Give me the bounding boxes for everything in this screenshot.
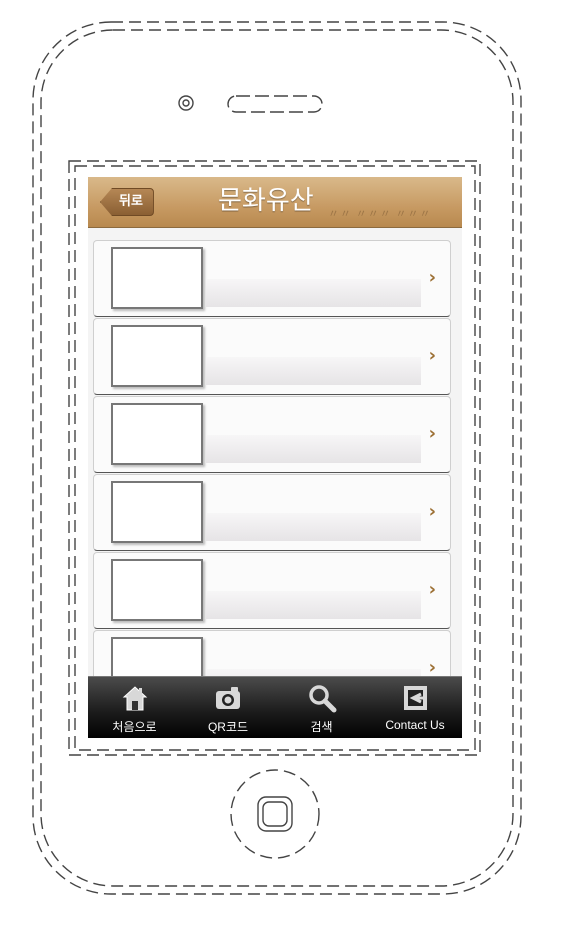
- item-thumbnail: [111, 559, 203, 621]
- item-thumbnail: [111, 325, 203, 387]
- chevron-right-icon: ›: [428, 423, 436, 444]
- item-text-placeholder: [206, 279, 421, 307]
- tab-camera[interactable]: QR코드: [182, 677, 275, 738]
- item-text-placeholder: [206, 591, 421, 619]
- item-text-placeholder: [206, 357, 421, 385]
- contact-icon: [369, 683, 462, 713]
- list-item[interactable]: ›: [93, 396, 451, 473]
- page-title: 문화유산: [218, 186, 314, 216]
- chevron-right-icon: ›: [428, 267, 436, 288]
- item-text-placeholder: [206, 513, 421, 541]
- chevron-right-icon: ›: [428, 579, 436, 600]
- tab-label: Contact Us: [385, 718, 445, 732]
- tab-label: 처음으로: [112, 720, 157, 734]
- list-item[interactable]: ›: [93, 552, 451, 629]
- tab-label: 검색: [310, 720, 333, 734]
- home-icon: [88, 683, 181, 713]
- tab-bar: 처음으로 QR코드 검색 Contact Us: [88, 676, 462, 738]
- item-text-placeholder: [206, 435, 421, 463]
- tab-label: QR코드: [207, 720, 249, 734]
- back-button[interactable]: 뒤로: [100, 188, 154, 216]
- chevron-right-icon: ›: [428, 657, 436, 678]
- tab-home[interactable]: 처음으로: [88, 677, 181, 738]
- tab-search[interactable]: 검색: [275, 677, 368, 738]
- item-thumbnail: [111, 481, 203, 543]
- item-thumbnail: [111, 403, 203, 465]
- chevron-right-icon: ›: [428, 345, 436, 366]
- search-icon: [275, 683, 368, 713]
- phone-screen: 〃〃 〃〃〃 〃〃〃 뒤로 문화유산 › › › › › › 처음으로 QR코드 검색 Cont…: [88, 177, 462, 738]
- item-thumbnail: [111, 247, 203, 309]
- camera-icon: [182, 683, 275, 713]
- heritage-list: › › › › › ›: [93, 240, 451, 708]
- list-item[interactable]: ›: [93, 318, 451, 395]
- nav-bar: 〃〃 〃〃〃 〃〃〃 뒤로 문화유산: [88, 177, 462, 228]
- tab-contact[interactable]: Contact Us: [369, 677, 462, 738]
- chevron-right-icon: ›: [428, 501, 436, 522]
- list-item[interactable]: ›: [93, 240, 451, 317]
- newspaper-texture: 〃〃 〃〃〃 〃〃〃: [328, 208, 432, 220]
- list-item[interactable]: ›: [93, 474, 451, 551]
